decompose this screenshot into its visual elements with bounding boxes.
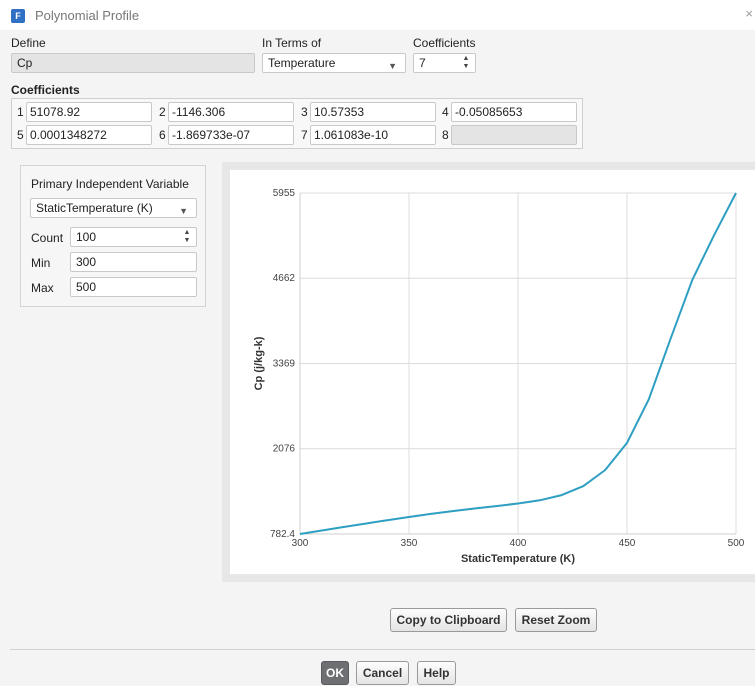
y-axis-label: Cp (j/kg-k) [253,336,265,390]
count-stepper[interactable]: 100 ▲ ▼ [70,227,197,247]
define-field[interactable]: Cp [11,53,255,73]
close-button[interactable]: × [745,6,753,21]
min-field[interactable]: 300 [70,252,197,272]
coefficient-index: 7 [301,128,308,142]
coefficient-cell: 8 [439,125,579,145]
spinner-arrows-icon[interactable]: ▲ ▼ [182,229,192,245]
coefficient-cell: 7 1.061083e-10 [298,125,438,145]
y-tick-label: 3369 [273,358,296,369]
chevron-down-icon: ▼ [179,206,188,216]
independent-variable-heading: Primary Independent Variable [31,177,189,191]
define-label: Define [11,36,46,50]
plot-area: 300 350 400 450 500 782.4 2076 3369 4662 5955 Stat… [222,162,755,582]
coefficient-index: 5 [17,128,24,142]
max-label: Max [31,281,54,295]
x-tick-label: 500 [728,538,745,549]
coefficient-cell: 3 10.57353 [298,102,438,122]
coefficient-field [451,125,577,145]
coefficients-count-value: 7 [419,56,426,70]
plot-canvas[interactable]: 300 350 400 450 500 782.4 2076 3369 4662 5955 Stat… [230,170,755,574]
coefficient-cell: 4 -0.05085653 [439,102,579,122]
independent-variable-dropdown[interactable]: StaticTemperature (K) ▼ [30,198,197,218]
coefficient-field[interactable]: 0.0001348272 [26,125,152,145]
copy-to-clipboard-button[interactable]: Copy to Clipboard [390,608,507,632]
coefficient-index: 6 [159,128,166,142]
in-terms-of-dropdown[interactable]: Temperature ▼ [262,53,406,73]
x-tick-label: 350 [401,538,418,549]
max-field[interactable]: 500 [70,277,197,297]
app-icon: F [11,9,25,23]
coefficient-field[interactable]: -0.05085653 [451,102,577,122]
y-tick-label: 4662 [273,273,296,284]
count-value: 100 [76,230,97,244]
coefficient-index: 8 [442,128,449,142]
coefficient-field[interactable]: -1146.306 [168,102,294,122]
reset-zoom-button[interactable]: Reset Zoom [515,608,597,632]
coefficient-index: 2 [159,105,166,119]
y-tick-label: 782.4 [270,529,295,540]
in-terms-of-value: Temperature [268,56,336,70]
coefficients-heading: Coefficients [11,83,80,97]
x-tick-label: 450 [619,538,636,549]
coefficient-cell: 2 -1146.306 [156,102,296,122]
title-bar: F Polynomial Profile × [0,0,755,30]
coefficient-cell: 6 -1.869733e-07 [156,125,296,145]
x-axis-label: StaticTemperature (K) [461,553,575,565]
window-title: Polynomial Profile [35,8,140,23]
count-label: Count [31,231,64,245]
coefficient-field[interactable]: 10.57353 [310,102,436,122]
spinner-arrows-icon[interactable]: ▲ ▼ [461,55,471,71]
cancel-button[interactable]: Cancel [356,661,409,685]
coefficient-cell: 1 51078.92 [14,102,154,122]
y-tick-label: 5955 [273,188,296,199]
coefficient-field[interactable]: 51078.92 [26,102,152,122]
coefficients-count-label: Coefficients [413,36,476,50]
profile-chart: 300 350 400 450 500782.42076336946625955Stat… [253,188,745,565]
coefficient-index: 4 [442,105,449,119]
coefficient-cell: 5 0.0001348272 [14,125,154,145]
min-label: Min [31,256,51,270]
coefficient-index: 3 [301,105,308,119]
coefficient-field[interactable]: 1.061083e-10 [310,125,436,145]
coefficient-index: 1 [17,105,24,119]
coefficients-grid: 1 51078.92 2 -1146.306 3 10.57353 4 -0.0… [11,98,583,149]
help-button[interactable]: Help [417,661,456,685]
coefficient-field[interactable]: -1.869733e-07 [168,125,294,145]
independent-variable-value: StaticTemperature (K) [36,201,153,215]
x-tick-label: 400 [510,538,527,549]
ok-button[interactable]: OK [321,661,349,685]
chevron-down-icon: ▼ [388,61,397,71]
independent-variable-panel: Primary Independent Variable StaticTempe… [20,165,206,307]
in-terms-of-label: In Terms of [262,36,322,50]
divider [10,649,755,650]
coefficients-count-stepper[interactable]: 7 ▲ ▼ [413,53,476,73]
y-tick-label: 2076 [273,444,296,455]
